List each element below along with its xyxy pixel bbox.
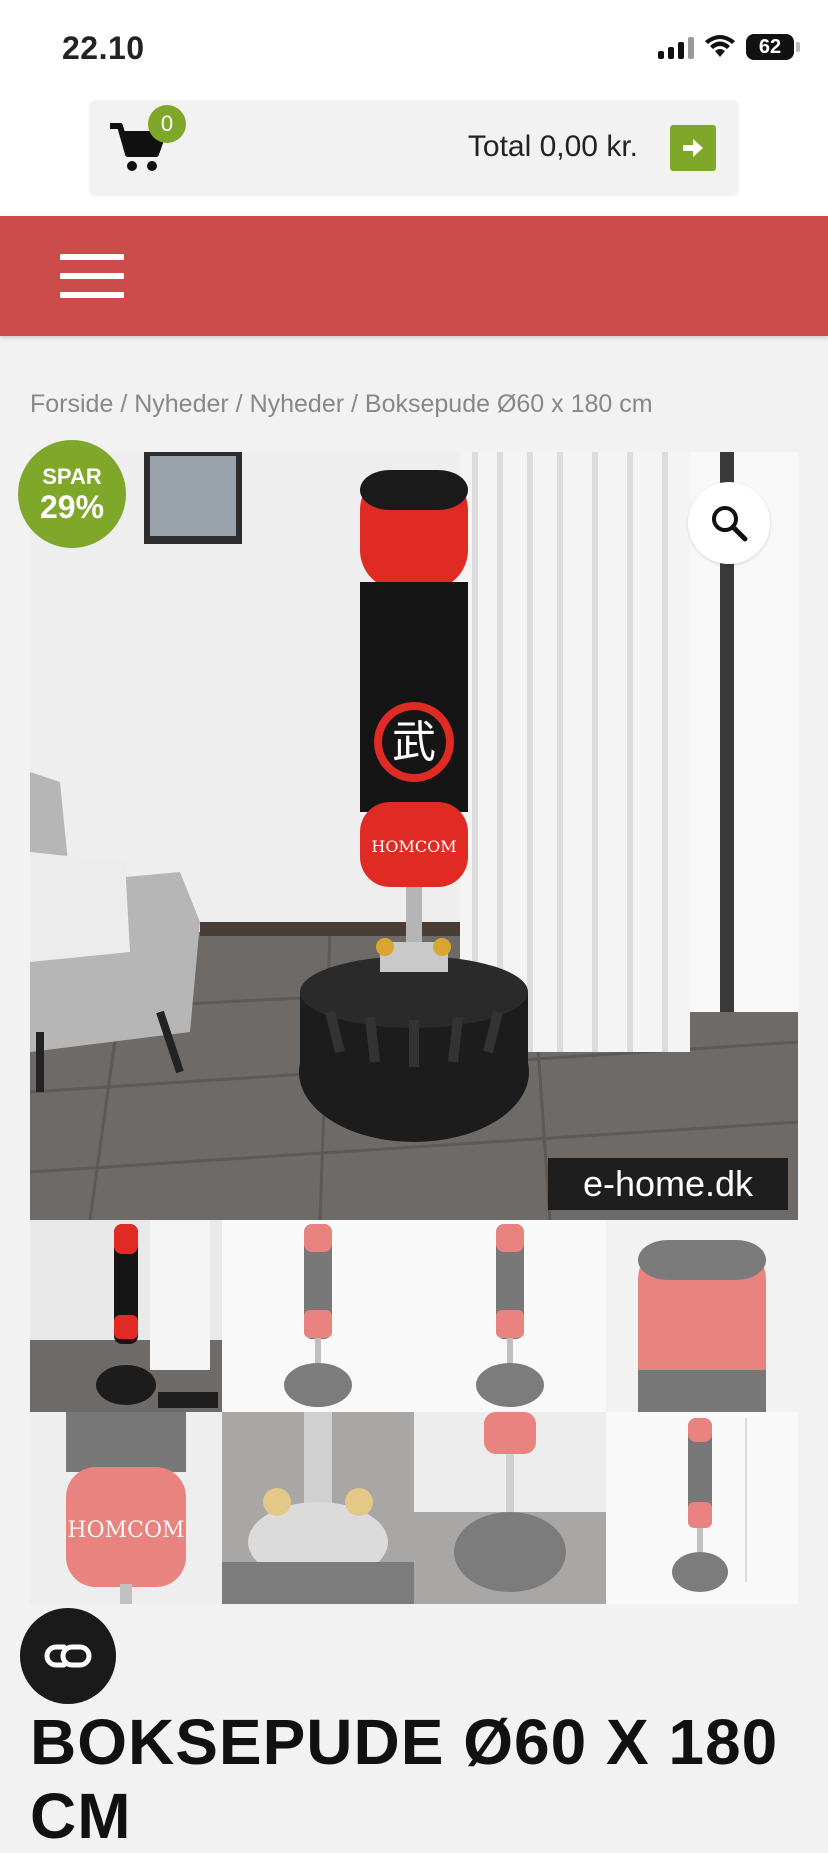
- product-title: BOKSEPUDE Ø60 X 180 CM: [30, 1705, 779, 1852]
- sale-badge-label: SPAR: [42, 464, 102, 489]
- signal-icon: [658, 35, 694, 59]
- status-time: 22.10: [62, 30, 145, 66]
- svg-text:HOMCOM: HOMCOM: [67, 1518, 184, 1543]
- breadcrumb-separator: /: [228, 390, 250, 418]
- main-nav-bar: [0, 216, 828, 336]
- thumbnail-4[interactable]: [606, 1220, 798, 1412]
- status-icons: 62: [658, 34, 800, 60]
- breadcrumb-current: Boksepude Ø60 x 180 cm: [364, 390, 653, 418]
- cookie-settings-icon: [44, 1644, 92, 1668]
- thumbnail-7[interactable]: [414, 1412, 606, 1604]
- thumbnail-1[interactable]: [30, 1220, 222, 1412]
- breadcrumb-nyheder[interactable]: Nyheder: [134, 390, 229, 418]
- battery-level: 62: [758, 35, 782, 58]
- thumbnail-8[interactable]: [606, 1412, 798, 1604]
- sale-badge-percent: 29%: [39, 489, 105, 525]
- arrow-right-icon: [683, 139, 703, 157]
- product-main-image[interactable]: 武 HOMCOM e-home.dk: [30, 452, 798, 1220]
- zoom-button[interactable]: [688, 482, 770, 564]
- cookie-settings-button[interactable]: [20, 1608, 116, 1704]
- thumbnail-2[interactable]: [222, 1220, 414, 1412]
- breadcrumb-separator: /: [113, 390, 135, 418]
- cart-total[interactable]: Total 0,00 kr.: [468, 130, 638, 164]
- watermark-text: e-home.dk: [583, 1163, 754, 1204]
- hamburger-menu-icon[interactable]: [60, 254, 124, 298]
- thumbnail-6[interactable]: [222, 1412, 414, 1604]
- mini-cart[interactable]: 0 Total 0,00 kr.: [90, 100, 738, 195]
- cart-count-badge: 0: [148, 105, 186, 143]
- thumbnail-3[interactable]: [414, 1220, 606, 1412]
- svg-text:HOMCOM: HOMCOM: [371, 837, 456, 856]
- breadcrumb: Forside / Nyheder / Nyheder / Boksepude …: [30, 390, 653, 419]
- thumbnail-gallery: HOMCOM: [30, 1220, 798, 1604]
- breadcrumb-home[interactable]: Forside: [30, 390, 113, 418]
- breadcrumb-separator: /: [344, 390, 365, 418]
- sale-badge: SPAR 29%: [18, 440, 126, 548]
- magnifier-icon: [712, 506, 748, 542]
- product-photo: 武 HOMCOM e-home.dk: [30, 452, 798, 1220]
- thumbnail-5[interactable]: HOMCOM: [30, 1412, 222, 1604]
- battery-icon: 62: [746, 34, 800, 60]
- site-header: 0 Total 0,00 kr.: [0, 100, 828, 216]
- wifi-icon: [705, 35, 735, 57]
- breadcrumb-nyheder-2[interactable]: Nyheder: [250, 390, 345, 418]
- svg-text:武: 武: [392, 717, 436, 768]
- status-bar: 22.10 62: [0, 0, 828, 100]
- go-to-cart-button[interactable]: [670, 125, 716, 171]
